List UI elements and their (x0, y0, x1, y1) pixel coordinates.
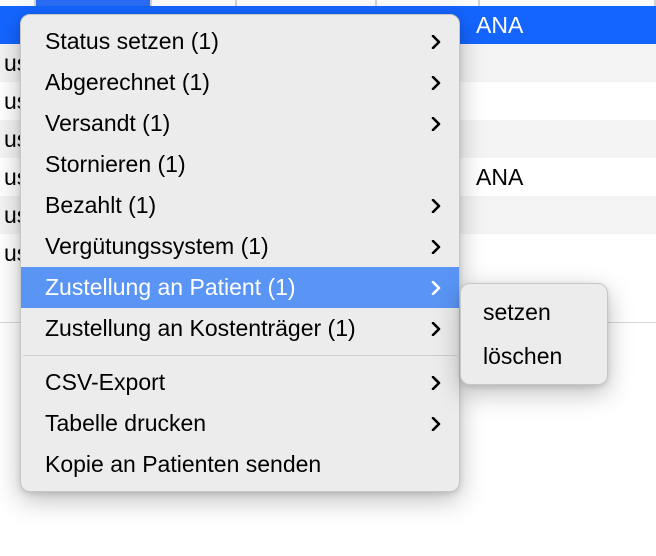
chevron-right-icon (429, 240, 443, 254)
menu-item[interactable]: Zustellung an Kostenträger (1) (21, 308, 459, 349)
chevron-right-icon (429, 117, 443, 131)
menu-item-label: Tabelle drucken (45, 410, 206, 436)
menu-item[interactable]: Versandt (1) (21, 103, 459, 144)
chevron-right-icon (429, 76, 443, 90)
menu-item-label: Zustellung an Kostenträger (1) (45, 315, 356, 341)
table-cell: us (0, 202, 22, 229)
menu-item[interactable]: Status setzen (1) (21, 21, 459, 62)
menu-item-label: Zustellung an Patient (1) (45, 274, 296, 300)
menu-item-label: Bezahlt (1) (45, 192, 156, 218)
submenu-item[interactable]: löschen (461, 334, 607, 378)
menu-item[interactable]: Tabelle drucken (21, 403, 459, 444)
submenu-item-label: löschen (483, 343, 562, 369)
chevron-right-icon (429, 35, 443, 49)
menu-item-label: Vergütungssystem (1) (45, 233, 269, 259)
menu-item[interactable]: Bezahlt (1) (21, 185, 459, 226)
table-cell: ANA (476, 12, 523, 39)
menu-separator (23, 355, 457, 356)
submenu-item[interactable]: setzen (461, 290, 607, 334)
menu-item-label: Stornieren (1) (45, 151, 186, 177)
chevron-right-icon (429, 376, 443, 390)
menu-item[interactable]: CSV-Export (21, 362, 459, 403)
menu-item[interactable]: Kopie an Patienten senden (21, 444, 459, 485)
menu-item-label: Status setzen (1) (45, 28, 219, 54)
table-cell: us (0, 164, 22, 191)
menu-item[interactable]: Abgerechnet (1) (21, 62, 459, 103)
menu-item-label: CSV-Export (45, 369, 165, 395)
table-cell: us (0, 126, 22, 153)
submenu-item-label: setzen (483, 299, 551, 325)
chevron-right-icon (429, 281, 443, 295)
chevron-right-icon (429, 199, 443, 213)
menu-item[interactable]: Zustellung an Patient (1) (21, 267, 459, 308)
menu-item[interactable]: Stornieren (1) (21, 144, 459, 185)
menu-item-label: Abgerechnet (1) (45, 69, 210, 95)
menu-item-label: Versandt (1) (45, 110, 170, 136)
context-menu[interactable]: Status setzen (1) Abgerechnet (1) Versandt… (20, 14, 460, 492)
table-cell: ANA (476, 164, 523, 191)
menu-item[interactable]: Vergütungssystem (1) (21, 226, 459, 267)
chevron-right-icon (429, 417, 443, 431)
context-submenu[interactable]: setzen löschen (460, 283, 608, 385)
table-cell: us (0, 50, 22, 77)
table-cell: us (0, 240, 22, 267)
table-cell: us (0, 88, 22, 115)
menu-item-label: Kopie an Patienten senden (45, 451, 321, 477)
chevron-right-icon (429, 322, 443, 336)
